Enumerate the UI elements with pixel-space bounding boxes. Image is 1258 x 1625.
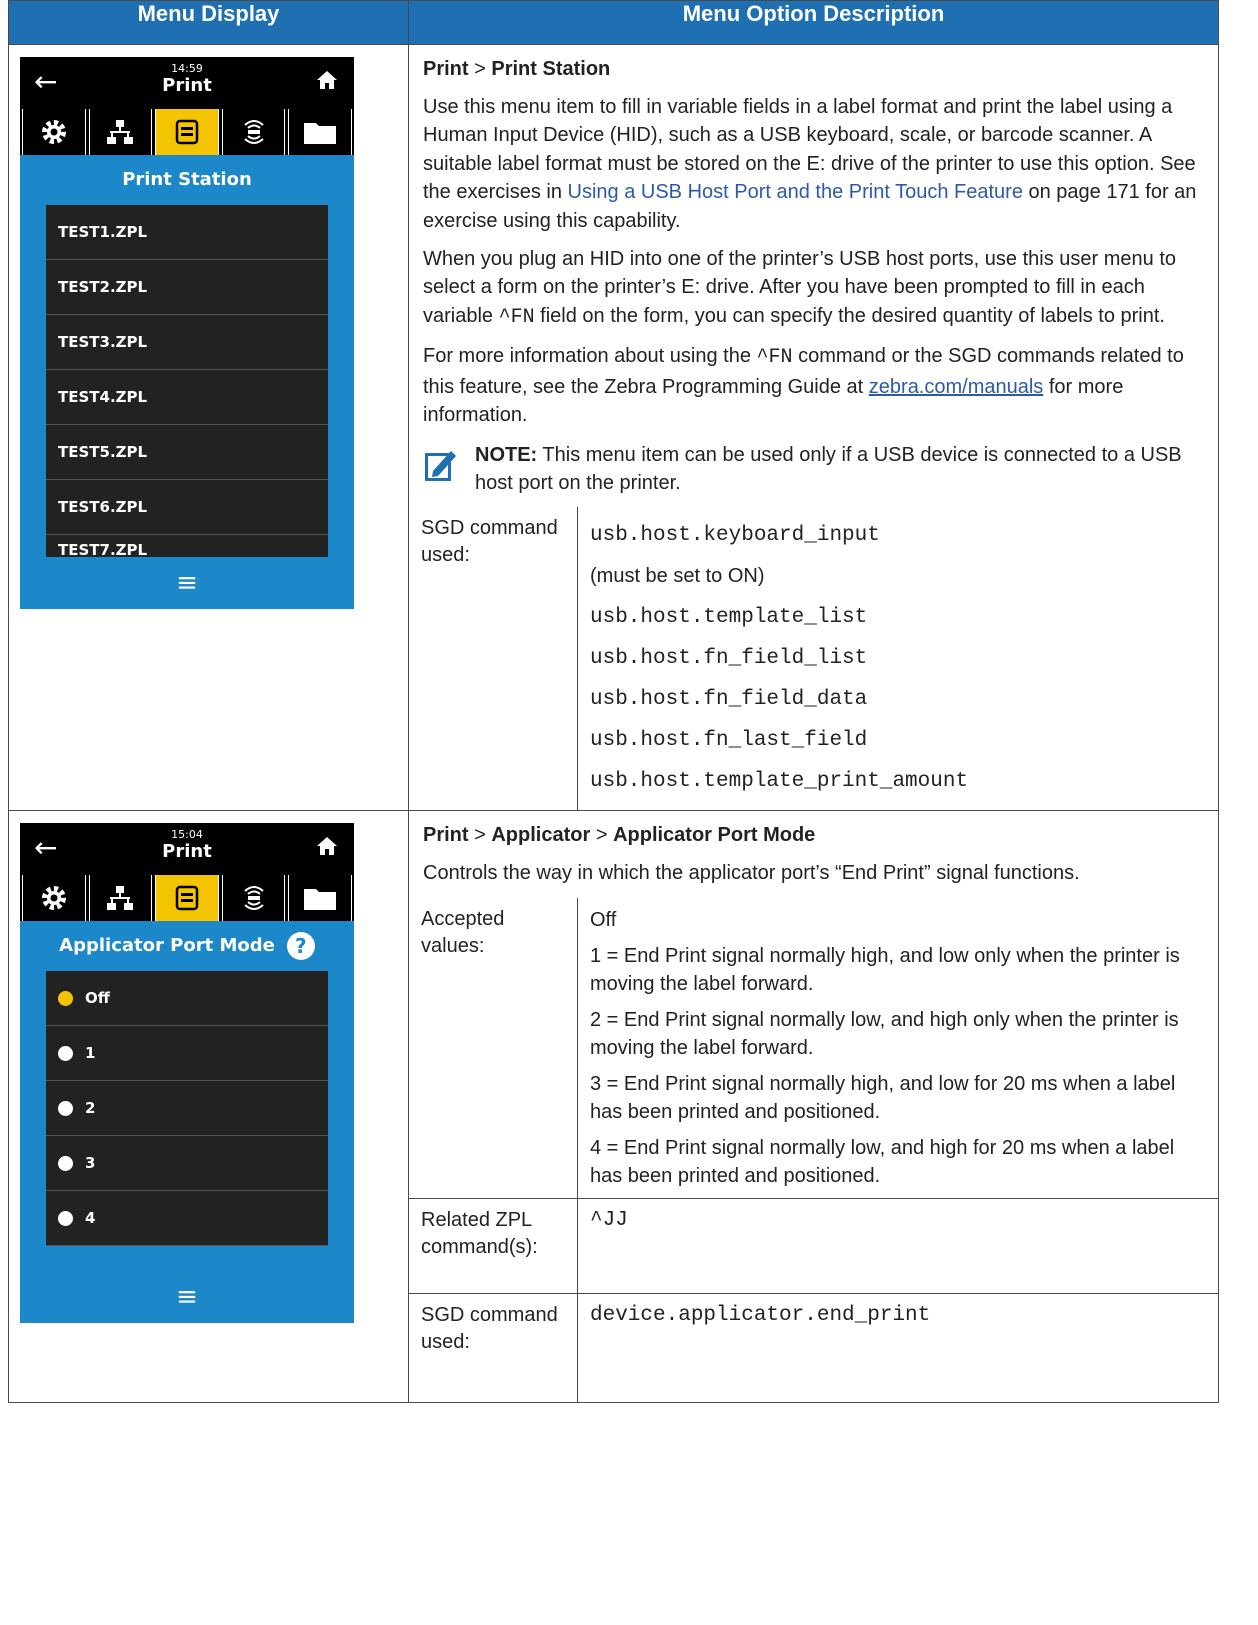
paragraph-3: For more information about using the ^FN… (423, 345, 1184, 426)
network-icon (88, 875, 153, 922)
device-option-list: Off 1 2 3 4 (46, 971, 328, 1247)
list-item: TEST6.ZPL (46, 480, 328, 535)
menu-display-cell: ← 14:59 Print Print Station TEST1.ZPL TE… (8, 43, 409, 812)
printer-icon (155, 109, 219, 155)
rfid-icon (221, 875, 286, 922)
header-menu-display: Menu Display (8, 0, 409, 45)
document-page: Menu Display Menu Option Description ← 1… (0, 0, 1258, 1625)
menu-display-cell: ← 15:04 Print Applicator Port Mode ? Off… (8, 810, 409, 1403)
list-item: 1 (46, 1026, 328, 1082)
settings-gear-icon (22, 875, 86, 922)
folder-icon (288, 875, 352, 922)
printer-icon (155, 875, 219, 922)
zebra-manuals-link[interactable]: zebra.com/manuals (869, 376, 1044, 398)
accepted-values: Off 1 = End Print signal normally high, … (577, 897, 1218, 1199)
device-file-list: TEST1.ZPL TEST2.ZPL TEST3.ZPL TEST4.ZPL … (46, 205, 328, 557)
paragraph-1: Use this menu item to fill in variable f… (423, 96, 1197, 232)
network-icon (88, 109, 153, 155)
device-menu-title: Applicator Port Mode? (20, 921, 354, 971)
table-row: ← 14:59 Print Print Station TEST1.ZPL TE… (8, 43, 1219, 812)
radio-icon (58, 1210, 73, 1226)
accepted-values-table: Accepted values: Off 1 = End Print signa… (409, 897, 1218, 1402)
device-screen-title: Print (162, 841, 212, 863)
zpl-value: ^JJ (577, 1197, 1218, 1294)
section-title: Print > Print Station (423, 58, 611, 80)
paragraph-2: When you plug an HID into one of the pri… (423, 247, 1176, 329)
device-tab-bar (20, 875, 354, 922)
settings-gear-icon (22, 109, 86, 155)
radio-icon (58, 1100, 73, 1116)
list-item: TEST3.ZPL (46, 315, 328, 370)
radio-icon (58, 1155, 73, 1171)
folder-icon (288, 109, 352, 155)
accepted-label: Accepted values: (409, 897, 578, 1199)
rfid-icon (221, 109, 286, 155)
description-cell: Print > Print Station Use this menu item… (408, 43, 1219, 812)
list-item: TEST7.ZPL (58, 541, 148, 557)
list-item: 3 (46, 1136, 328, 1192)
device-screen-print-station: ← 14:59 Print Print Station TEST1.ZPL TE… (20, 57, 354, 609)
menu-table: Menu Display Menu Option Description ← 1… (8, 0, 1219, 1403)
note-pencil-icon (423, 447, 459, 483)
sgd-label: SGD command used: (409, 1292, 578, 1402)
list-item: 4 (46, 1191, 328, 1247)
description-cell: Print > Applicator > Applicator Port Mod… (408, 810, 1219, 1403)
help-icon: ? (286, 932, 315, 961)
device-clock: 15:04 (171, 828, 203, 842)
list-item: TEST4.ZPL (46, 370, 328, 425)
list-item: TEST1.ZPL (46, 205, 328, 260)
home-icon (316, 835, 338, 861)
sgd-table: SGD command used: usb.host.keyboard_inpu… (409, 507, 1218, 811)
device-clock: 14:59 (171, 62, 203, 75)
table-row: ← 15:04 Print Applicator Port Mode ? Off… (8, 810, 1219, 1403)
device-screen-title: Print (162, 75, 212, 96)
sgd-value: device.applicator.end_print (577, 1292, 1218, 1402)
radio-icon (58, 1045, 73, 1061)
section-title: Print > Applicator > Applicator Port Mod… (423, 824, 816, 847)
sgd-label: SGD command used: (409, 507, 578, 811)
device-top-bar: ← 14:59 Print (20, 57, 354, 109)
zpl-label: Related ZPL command(s): (409, 1197, 578, 1294)
list-item: TEST2.ZPL (46, 260, 328, 315)
radio-selected-icon (58, 990, 73, 1006)
note-block: NOTE: This menu item can be used only if… (409, 435, 1218, 507)
list-item: Off (46, 971, 328, 1027)
hamburger-menu-icon: ≡ (176, 568, 198, 598)
home-icon (316, 69, 338, 95)
hamburger-menu-icon: ≡ (176, 1282, 198, 1313)
device-top-bar: ← 15:04 Print (20, 823, 354, 876)
device-tab-bar (20, 109, 354, 155)
sgd-values: usb.host.keyboard_input (must be set to … (577, 507, 1218, 811)
paragraph-description: Controls the way in which the applicator… (423, 862, 1080, 885)
device-screen-applicator-port-mode: ← 15:04 Print Applicator Port Mode ? Off… (20, 823, 354, 1324)
usb-host-port-link[interactable]: Using a USB Host Port and the Print Touc… (568, 181, 1023, 203)
list-item: TEST5.ZPL (46, 425, 328, 480)
header-menu-option-description: Menu Option Description (408, 0, 1219, 45)
device-menu-title: Print Station (122, 169, 252, 190)
list-item: 2 (46, 1081, 328, 1137)
